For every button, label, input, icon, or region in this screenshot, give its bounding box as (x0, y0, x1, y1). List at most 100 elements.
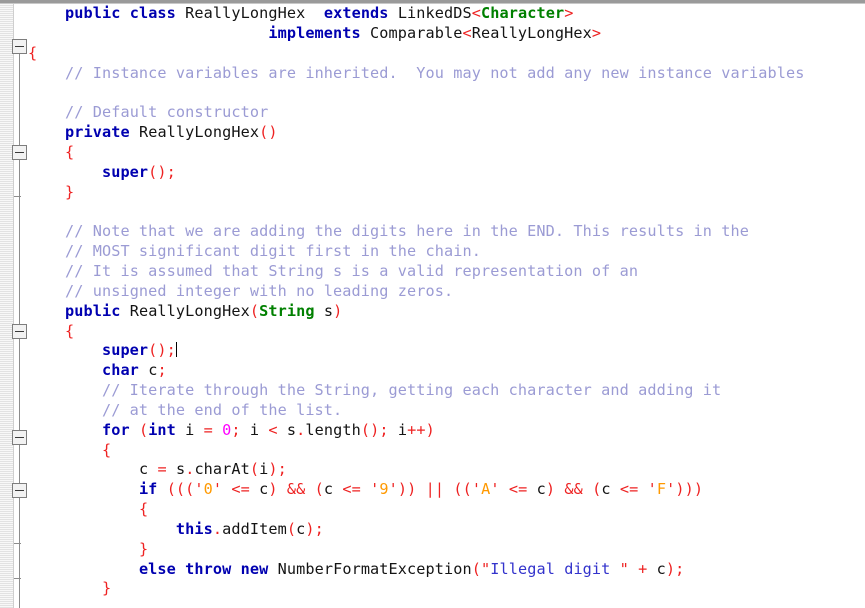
code-token-kw: private (64, 123, 130, 142)
code-line[interactable]: // Default constructor (28, 103, 865, 123)
code-token-punc: <= (231, 480, 250, 499)
code-token-id: length (305, 420, 361, 439)
code-token-kw: int (148, 420, 176, 439)
code-token-punc: ( (471, 559, 481, 578)
code-token-kw: implements (268, 23, 361, 42)
code-line[interactable] (28, 83, 865, 103)
code-token-punc: () (259, 123, 278, 142)
code-token-id: c (536, 480, 546, 499)
code-line[interactable]: // Iterate through the String, getting e… (28, 381, 865, 401)
fold-collapse-box[interactable] (12, 324, 27, 339)
code-line[interactable]: this.addItem(c); (28, 520, 865, 540)
code-token-punc: <= (619, 480, 639, 499)
code-token-punc: { (28, 43, 38, 62)
code-token-id: s (175, 460, 186, 479)
code-line[interactable]: { (28, 44, 865, 64)
fold-collapse-box[interactable] (12, 430, 27, 445)
code-token-punc: && (564, 480, 583, 499)
code-line[interactable]: private ReallyLongHex() (28, 123, 865, 143)
code-line[interactable]: // at the end of the list. (28, 401, 865, 421)
code-line[interactable]: // Instance variables are inherited. You… (28, 64, 865, 84)
code-line[interactable]: { (28, 500, 865, 520)
code-token-punc: ' (490, 480, 500, 499)
code-token-id: c (296, 519, 306, 538)
code-token-punc: ++) (407, 420, 435, 439)
code-token-punc: { (138, 500, 149, 519)
code-token-kw: this (175, 519, 213, 538)
code-token-kw: public (64, 4, 121, 22)
code-token-punc: < (268, 420, 278, 439)
code-token-punc: < (471, 4, 482, 22)
code-token-id: s (323, 301, 334, 320)
code-token-id: s (286, 420, 297, 439)
code-token-punc: ) (268, 480, 278, 499)
code-token-kw: if (138, 480, 158, 499)
fold-collapse-box[interactable] (12, 483, 27, 498)
code-line[interactable]: } (28, 183, 865, 203)
code-text-area[interactable]: public class ReallyLongHex extends Linke… (28, 4, 865, 608)
fold-end-tick (14, 578, 21, 579)
code-line[interactable]: public class ReallyLongHex extends Linke… (28, 4, 865, 24)
code-line[interactable]: c = s.charAt(i); (28, 460, 865, 480)
code-line[interactable]: public ReallyLongHex(String s) (28, 302, 865, 322)
code-line[interactable]: // MOST significant digit first in the c… (28, 242, 865, 262)
code-token-punc: <= (508, 480, 528, 499)
code-line[interactable]: if ((('0' <= c) && (c <= '9')) || (('A' … (28, 480, 865, 500)
code-token-punc: ))) (675, 480, 704, 499)
fold-collapse-box[interactable] (12, 145, 27, 160)
code-token-punc: ; (157, 361, 167, 380)
code-token-type: String (259, 301, 315, 320)
code-token-str: Illegal digit (490, 559, 620, 578)
code-line[interactable]: // It is assumed that String s is a vali… (28, 262, 865, 282)
code-line[interactable]: } (28, 579, 865, 599)
fold-end-tick (14, 196, 21, 197)
code-line[interactable]: char c; (28, 361, 865, 381)
code-token-com: // MOST significant digit first in the c… (64, 242, 481, 261)
code-token-id: ReallyLongHex (138, 123, 260, 142)
code-token-id: ReallyLongHex (129, 301, 250, 320)
code-line[interactable] (28, 202, 865, 222)
code-line[interactable]: // unsigned integer with no leading zero… (28, 282, 865, 302)
code-line[interactable]: { (28, 143, 865, 163)
code-line[interactable]: super(); (28, 341, 865, 361)
code-token-punc: ' (388, 480, 398, 499)
code-line[interactable]: { (28, 441, 865, 461)
code-token-punc: } (64, 182, 75, 201)
code-editor-window: public class ReallyLongHex extends Linke… (0, 0, 865, 608)
code-line[interactable]: implements Comparable<ReallyLongHex> (28, 24, 865, 44)
code-line[interactable]: for (int i = 0; i < s.length(); i++) (28, 421, 865, 441)
code-line[interactable]: } (28, 540, 865, 560)
code-token-kw: public (64, 301, 121, 320)
fold-end-tick (14, 543, 21, 544)
code-token-punc: (); (148, 162, 176, 181)
code-token-punc: (); (360, 420, 389, 439)
code-token-kw: extends (323, 4, 389, 22)
code-token-punc: < (462, 23, 472, 42)
code-token-punc: ( (249, 301, 260, 320)
code-line[interactable]: else throw new NumberFormatException("Il… (28, 560, 865, 580)
fold-gutter[interactable] (0, 4, 14, 608)
code-token-kw: throw (185, 559, 232, 578)
fold-collapse-box[interactable] (12, 39, 27, 54)
code-line[interactable]: super(); (28, 163, 865, 183)
code-line[interactable]: // Note that we are adding the digits he… (28, 222, 865, 242)
code-token-punc: > (591, 23, 602, 42)
code-line[interactable]: { (28, 322, 865, 342)
